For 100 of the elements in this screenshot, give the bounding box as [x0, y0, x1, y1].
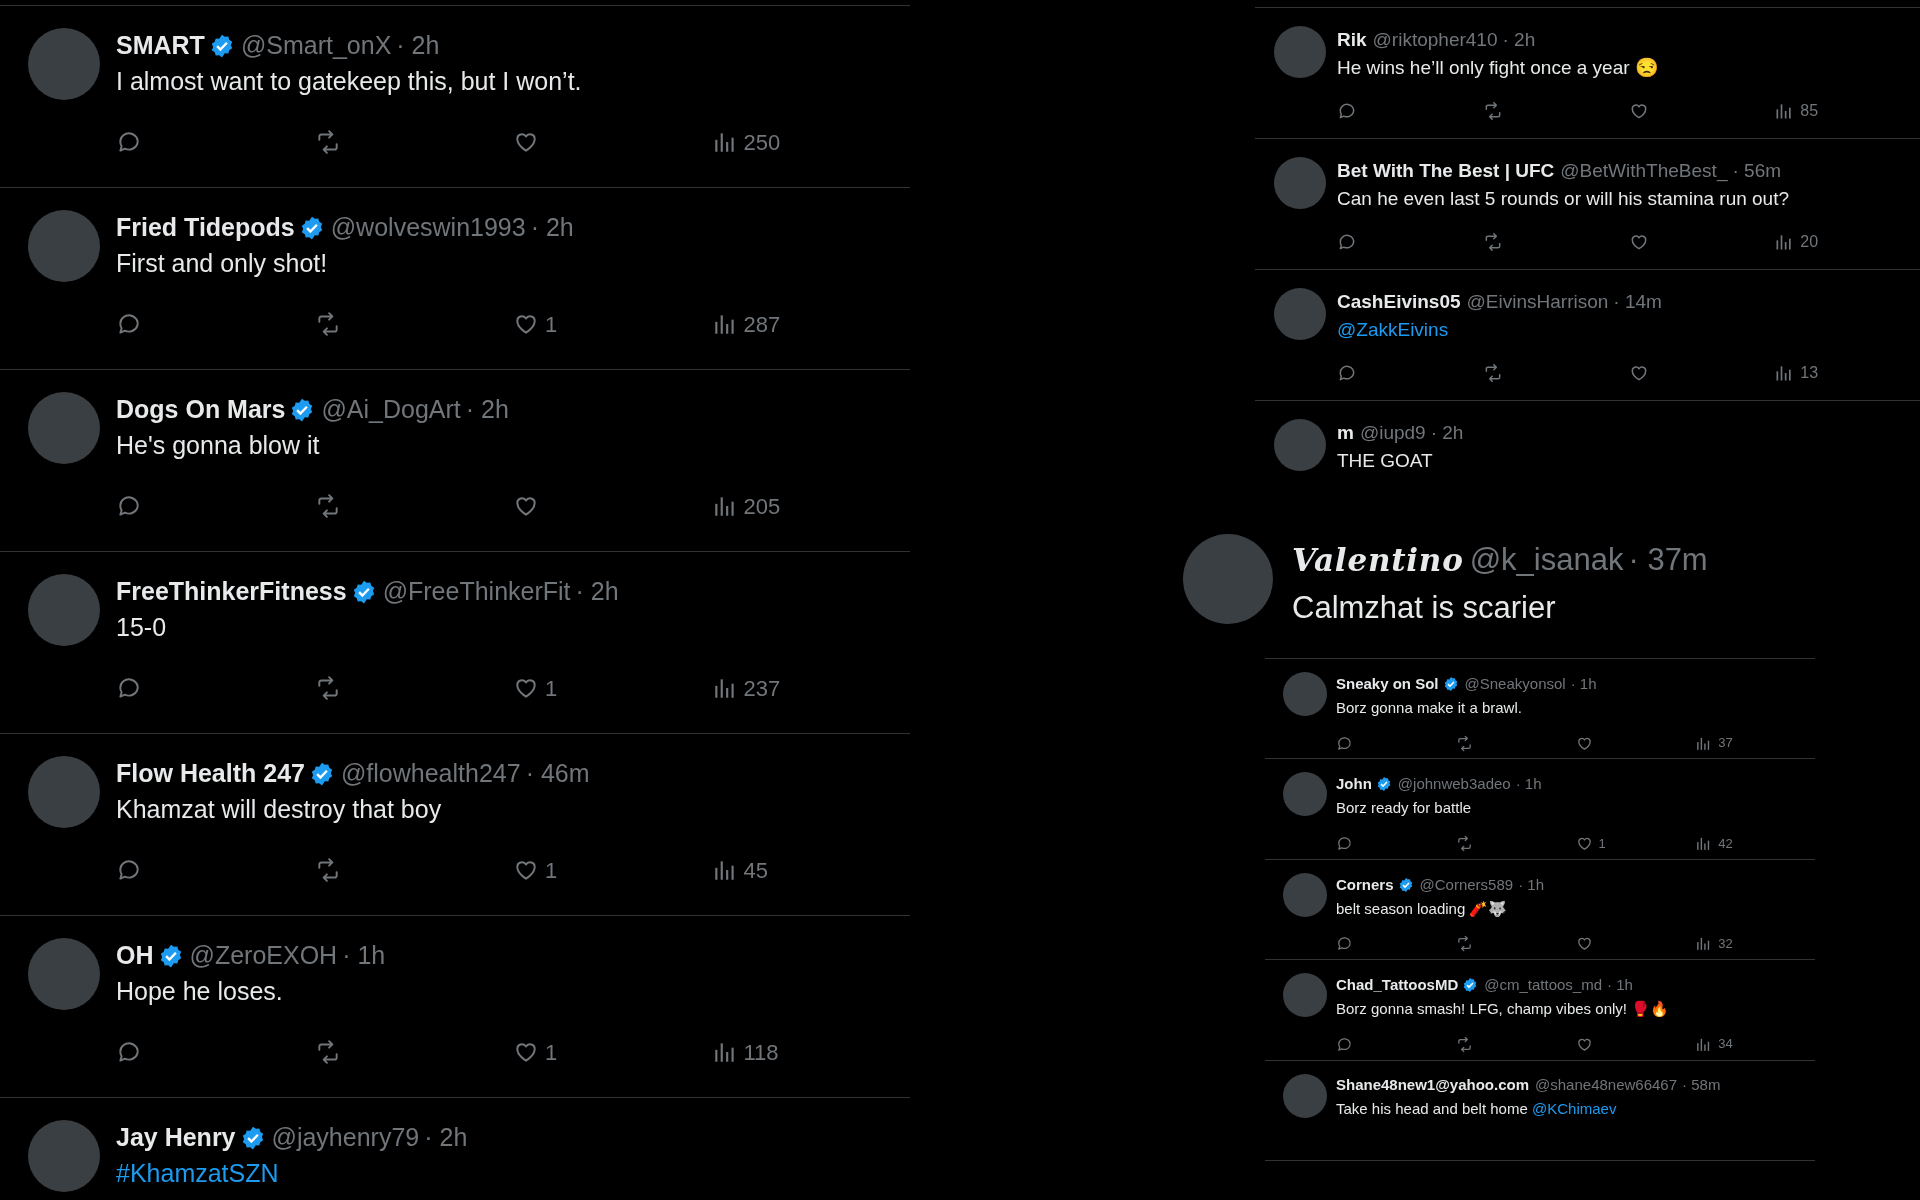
user-name[interactable]: Shane48new1@yahoo.com — [1336, 1074, 1530, 1097]
post-text: Calmzhat is scarier — [1292, 588, 1556, 627]
reply-icon[interactable] — [116, 1039, 142, 1065]
post-text: He wins he’ll only fight once a year 😒 — [1337, 55, 1659, 80]
post-text: Borz gonna make it a brawl. — [1336, 697, 1522, 718]
mention-link[interactable]: @ZakkEivins — [1337, 315, 1449, 345]
post-text: Borz ready for battle — [1336, 798, 1472, 819]
view-count: 20 — [1800, 232, 1819, 252]
view-count: 250 — [743, 128, 781, 157]
view-count: 42 — [1718, 834, 1733, 853]
post-time[interactable]: · 2h — [575, 573, 619, 611]
view-count: 32 — [1718, 935, 1733, 954]
reply-icon[interactable] — [1336, 734, 1353, 752]
user-handle[interactable]: @EivinsHarrison — [1466, 287, 1609, 317]
mention-link[interactable]: #KhamzatSZN — [116, 1155, 279, 1193]
reply-icon[interactable] — [116, 675, 142, 701]
post-time[interactable]: · 14m — [1613, 287, 1662, 317]
post-text: 15-0 — [116, 612, 167, 644]
post-time[interactable]: · 2h — [1502, 25, 1536, 55]
post-text: Take his head and belt home — [1336, 1099, 1529, 1120]
view-count: 34 — [1718, 1035, 1733, 1054]
user-handle[interactable]: @ZeroEXOH — [189, 937, 338, 975]
mention-link[interactable]: @KChimaev — [1531, 1098, 1617, 1121]
post-time[interactable]: · 56m — [1732, 156, 1782, 186]
user-name[interactable]: Chad_TattoosMD — [1336, 973, 1459, 997]
user-name[interactable]: CashEivins05 — [1337, 287, 1461, 317]
post-time[interactable]: · 1h — [1515, 773, 1542, 796]
post-time[interactable]: · 58m — [1682, 1074, 1721, 1097]
post-text: Borz gonna smash! LFG, champ vibes only! 🥊🔥 — [1336, 998, 1670, 1019]
user-handle[interactable]: @johnweb3adeo — [1397, 773, 1511, 796]
view-count: 45 — [743, 856, 768, 885]
user-name[interactable]: Rik — [1337, 25, 1367, 55]
user-handle[interactable]: @riktopher410 — [1372, 25, 1498, 55]
post-time[interactable]: · 2h — [530, 209, 574, 247]
reply-icon[interactable] — [1337, 232, 1357, 252]
user-name[interactable]: Corners — [1336, 873, 1394, 897]
reply-icon[interactable] — [1336, 834, 1353, 852]
post-time[interactable]: · 2h — [424, 1119, 468, 1157]
user-name[interactable]: m — [1337, 418, 1354, 448]
user-handle[interactable]: @iupd9 — [1359, 418, 1426, 448]
reply-icon[interactable] — [116, 129, 142, 155]
like-count: 1 — [545, 856, 558, 885]
user-handle[interactable]: @k_isanak — [1469, 536, 1624, 584]
user-handle[interactable]: @cm_tattoos_md — [1484, 973, 1602, 997]
post-text: Can he even last 5 rounds or will his stamina run out? — [1337, 186, 1790, 211]
post-time[interactable]: · 1h — [1570, 672, 1597, 696]
like-count: 1 — [1598, 834, 1606, 853]
post-text: Hope he loses. — [116, 976, 283, 1008]
reply-icon[interactable] — [116, 311, 142, 337]
user-handle[interactable]: @Corners589 — [1419, 873, 1514, 897]
post-time[interactable]: · 2h — [396, 27, 440, 65]
like-count: 1 — [545, 310, 558, 339]
user-name[interactable]: Bet With The Best | UFC — [1337, 156, 1555, 186]
post-time[interactable]: · 46m — [525, 755, 590, 793]
post-time[interactable]: · 1h — [1518, 873, 1544, 897]
repost-icon[interactable] — [1455, 734, 1473, 752]
post-time[interactable]: · 37m — [1628, 536, 1708, 584]
user-name[interactable]: Fried Tidepods — [116, 209, 295, 247]
reply-icon[interactable] — [1336, 1035, 1353, 1053]
post-time[interactable]: · 1h — [342, 937, 386, 975]
like-icon[interactable] — [1575, 935, 1593, 953]
post-text: I almost want to gatekeep this, but I won’t. — [116, 66, 582, 98]
reply-icon[interactable] — [1336, 935, 1353, 953]
user-handle[interactable]: @jayhenry79 — [271, 1119, 420, 1157]
repost-icon[interactable] — [1455, 935, 1473, 953]
user-handle[interactable]: @shane48new66467 — [1535, 1074, 1678, 1097]
user-name[interactable]: SMART — [116, 27, 205, 65]
user-handle[interactable]: @Smart_onX — [240, 27, 392, 65]
reply-icon[interactable] — [116, 493, 142, 519]
user-handle[interactable]: @Sneakyonsol — [1464, 672, 1566, 696]
like-count: 1 — [545, 674, 558, 703]
reply-icon[interactable] — [116, 857, 142, 883]
post-text: First and only shot! — [116, 248, 328, 280]
post-time[interactable]: · 2h — [465, 391, 509, 429]
user-handle[interactable]: @FreeThinkerFit — [382, 573, 571, 611]
user-handle[interactable]: @BetWithTheBest_ — [1560, 156, 1728, 186]
post-time[interactable]: · 1h — [1607, 973, 1633, 997]
user-handle[interactable]: @wolveswin1993 — [330, 209, 526, 247]
user-name[interactable]: OH — [116, 937, 154, 975]
user-name[interactable]: Dogs On Mars — [116, 391, 286, 429]
repost-icon[interactable] — [1455, 834, 1473, 852]
view-count: 85 — [1800, 101, 1819, 121]
user-handle[interactable]: @flowhealth247 — [340, 755, 521, 793]
post-time[interactable]: · 2h — [1430, 418, 1464, 448]
user-name[interactable]: Valentino — [1292, 536, 1464, 584]
view-count: 37 — [1718, 734, 1733, 753]
post-text: THE GOAT — [1337, 448, 1433, 473]
view-count: 205 — [743, 492, 781, 521]
repost-icon[interactable] — [1455, 1035, 1473, 1053]
post-text: Khamzat will destroy that boy — [116, 794, 442, 826]
user-handle[interactable]: @Ai_DogArt — [321, 391, 461, 429]
reply-icon[interactable] — [1337, 363, 1357, 383]
post-text: belt season loading 🧨🐺 — [1336, 898, 1508, 919]
like-count: 1 — [545, 1038, 558, 1067]
reply-icon[interactable] — [1337, 101, 1357, 121]
user-name[interactable]: Jay Henry — [116, 1119, 236, 1157]
user-name[interactable]: John — [1336, 773, 1372, 796]
user-name[interactable]: Flow Health 247 — [116, 755, 305, 793]
user-name[interactable]: FreeThinkerFitness — [116, 573, 347, 611]
user-name[interactable]: Sneaky on Sol — [1336, 672, 1439, 696]
